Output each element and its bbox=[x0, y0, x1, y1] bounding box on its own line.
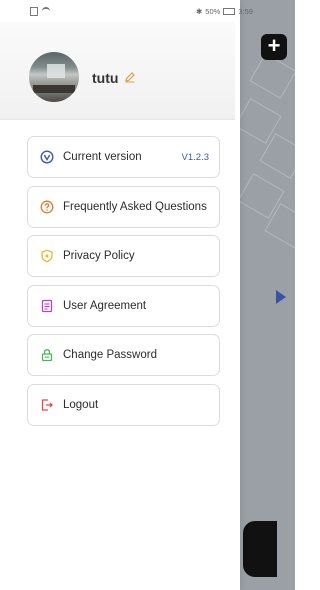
menu-item-label: Frequently Asked Questions bbox=[63, 200, 207, 213]
menu-item-label: Logout bbox=[63, 398, 99, 411]
avatar[interactable] bbox=[29, 52, 79, 102]
battery-percent: 50% bbox=[205, 7, 221, 16]
menu-item-faq[interactable]: Frequently Asked Questions bbox=[27, 185, 220, 228]
battery-icon bbox=[223, 8, 236, 15]
menu-item-label: Privacy Policy bbox=[63, 250, 135, 262]
lock-icon bbox=[40, 348, 54, 362]
background-app bbox=[235, 0, 295, 590]
menu-item-logout[interactable]: Logout bbox=[27, 383, 220, 426]
sim-icon bbox=[30, 6, 38, 16]
menu-item-change-password[interactable]: Change Password bbox=[27, 334, 220, 376]
pencil-icon[interactable] bbox=[124, 71, 136, 83]
profile-header: tutu bbox=[0, 22, 235, 120]
menu-item-label: Change Password bbox=[63, 349, 157, 361]
clock: 3:59 bbox=[238, 7, 253, 16]
document-icon bbox=[40, 299, 54, 313]
menu-item-label: User Agreement bbox=[63, 299, 147, 312]
question-circle-icon bbox=[40, 200, 54, 214]
menu-list: Current version V1.2.3 Frequently Asked … bbox=[27, 136, 220, 433]
floating-handle[interactable] bbox=[243, 521, 277, 577]
logout-icon bbox=[40, 398, 54, 412]
shield-icon bbox=[40, 249, 54, 263]
hex-pattern bbox=[249, 53, 295, 99]
menu-item-current-version[interactable]: Current version V1.2.3 bbox=[27, 136, 220, 178]
status-right: ✱ 50% 3:59 bbox=[196, 7, 253, 16]
menu-item-label: Current version bbox=[63, 151, 142, 163]
chevron-right-icon[interactable] bbox=[276, 290, 286, 304]
wifi-icon bbox=[42, 7, 50, 15]
username: tutu bbox=[92, 70, 119, 86]
bluetooth-icon: ✱ bbox=[196, 7, 203, 16]
version-value: V1.2.3 bbox=[181, 151, 209, 163]
side-drawer: tutu Current version V1.2.3 Frequently A… bbox=[0, 0, 240, 590]
menu-item-user-agreement[interactable]: User Agreement bbox=[27, 284, 220, 327]
plus-icon[interactable]: + bbox=[261, 34, 287, 60]
version-check-icon bbox=[40, 150, 54, 164]
menu-item-privacy-policy[interactable]: Privacy Policy bbox=[27, 235, 220, 277]
